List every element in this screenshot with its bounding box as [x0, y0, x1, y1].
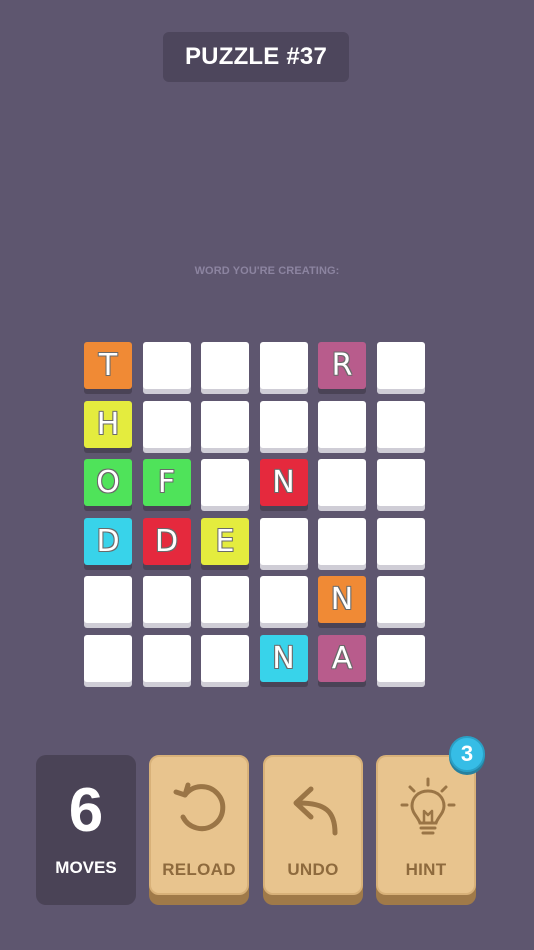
undo-label: UNDO: [287, 860, 339, 879]
empty-tile[interactable]: [142, 400, 191, 453]
hint-count-badge: 3: [449, 736, 485, 772]
tile-letter: D: [142, 517, 191, 565]
tile-letter: [142, 400, 191, 448]
empty-tile[interactable]: [201, 576, 249, 628]
tile-letter: [84, 576, 132, 623]
letter-tile[interactable]: O: [84, 459, 132, 511]
tile-letter: [376, 459, 425, 506]
empty-tile[interactable]: [142, 342, 191, 394]
tile-letter: T: [84, 342, 132, 389]
puzzle-title-text: PUZZLE #37: [184, 43, 328, 70]
hint-button-face: HINT: [376, 755, 476, 895]
tile-letter: [376, 576, 425, 623]
empty-tile[interactable]: [376, 517, 425, 570]
empty-tile[interactable]: [142, 634, 191, 687]
lightbulb-icon: [400, 777, 456, 835]
tile-letter: [318, 459, 366, 506]
undo-button-face: UNDO: [263, 755, 363, 895]
empty-tile[interactable]: [376, 459, 425, 511]
tile-letter: [142, 342, 191, 389]
undo-button[interactable]: UNDO: [263, 755, 363, 905]
tile-letter: [376, 400, 425, 448]
moves-counter: 6: [36, 755, 136, 905]
reload-button-face: RELOAD: [149, 755, 249, 895]
tile-letter: R: [318, 342, 366, 389]
tile-letter: A: [318, 634, 366, 682]
empty-tile[interactable]: [376, 576, 425, 628]
puzzle-title: PUZZLE #37: [163, 32, 349, 82]
tile-letter: [259, 576, 308, 623]
empty-tile[interactable]: [259, 400, 308, 453]
tile-letter: [376, 634, 425, 682]
letter-tile[interactable]: F: [142, 459, 191, 511]
empty-tile[interactable]: [201, 400, 249, 453]
empty-tile[interactable]: [201, 459, 249, 511]
tile-letter: [259, 517, 308, 565]
tile-letter: N: [259, 634, 308, 682]
empty-tile[interactable]: [376, 400, 425, 453]
moves-label: MOVES: [55, 858, 117, 877]
empty-tile[interactable]: [201, 342, 249, 394]
hint-button[interactable]: HINT: [376, 755, 476, 905]
reload-icon: [173, 782, 226, 832]
letter-tile[interactable]: D: [84, 517, 132, 570]
letter-tile[interactable]: N: [259, 459, 308, 511]
tile-letter: [142, 576, 191, 623]
tile-letter: [201, 576, 249, 623]
empty-tile[interactable]: [259, 517, 308, 570]
empty-tile[interactable]: [318, 517, 366, 570]
letter-tile[interactable]: A: [318, 634, 366, 687]
letter-tile[interactable]: E: [201, 517, 249, 570]
letter-tile[interactable]: T: [84, 342, 132, 394]
empty-tile[interactable]: [84, 576, 132, 628]
empty-tile[interactable]: [259, 342, 308, 394]
tile-letter: [142, 634, 191, 682]
tile-letter: D: [84, 517, 132, 565]
reload-label: RELOAD: [162, 860, 236, 879]
tile-letter: F: [142, 459, 191, 506]
moves-count: 6: [68, 776, 104, 845]
hint-label: HINT: [405, 860, 447, 879]
empty-tile[interactable]: [376, 342, 425, 394]
tile-letter: [201, 400, 249, 448]
tile-letter: E: [201, 517, 249, 565]
tile-letter: [84, 634, 132, 682]
reload-button[interactable]: RELOAD: [149, 755, 249, 905]
empty-tile[interactable]: [84, 634, 132, 687]
tile-letter: H: [84, 400, 132, 448]
empty-tile[interactable]: [376, 634, 425, 687]
empty-tile[interactable]: [318, 400, 366, 453]
tile-letter: [318, 400, 366, 448]
tile-letter: N: [259, 459, 308, 506]
letter-tile[interactable]: N: [318, 576, 366, 628]
letter-tile[interactable]: H: [84, 400, 132, 453]
tile-letter: O: [84, 459, 132, 506]
letter-grid: TRHOFNDDENNA: [84, 342, 425, 687]
tile-letter: [376, 342, 425, 389]
letter-tile[interactable]: N: [259, 634, 308, 687]
tile-letter: [318, 517, 366, 565]
tile-letter: [201, 634, 249, 682]
letter-tile[interactable]: D: [142, 517, 191, 570]
empty-tile[interactable]: [142, 576, 191, 628]
tile-letter: [201, 459, 249, 506]
tile-letter: [201, 342, 249, 389]
empty-tile[interactable]: [318, 459, 366, 511]
tile-letter: N: [318, 576, 366, 623]
tile-letter: [259, 342, 308, 389]
letter-tile[interactable]: R: [318, 342, 366, 394]
empty-tile[interactable]: [259, 576, 308, 628]
undo-icon: [293, 786, 338, 836]
tile-letter: [376, 517, 425, 565]
empty-tile[interactable]: [201, 634, 249, 687]
tile-letter: [259, 400, 308, 448]
word-creating-label: WORD YOU'RE CREATING:: [194, 265, 340, 277]
